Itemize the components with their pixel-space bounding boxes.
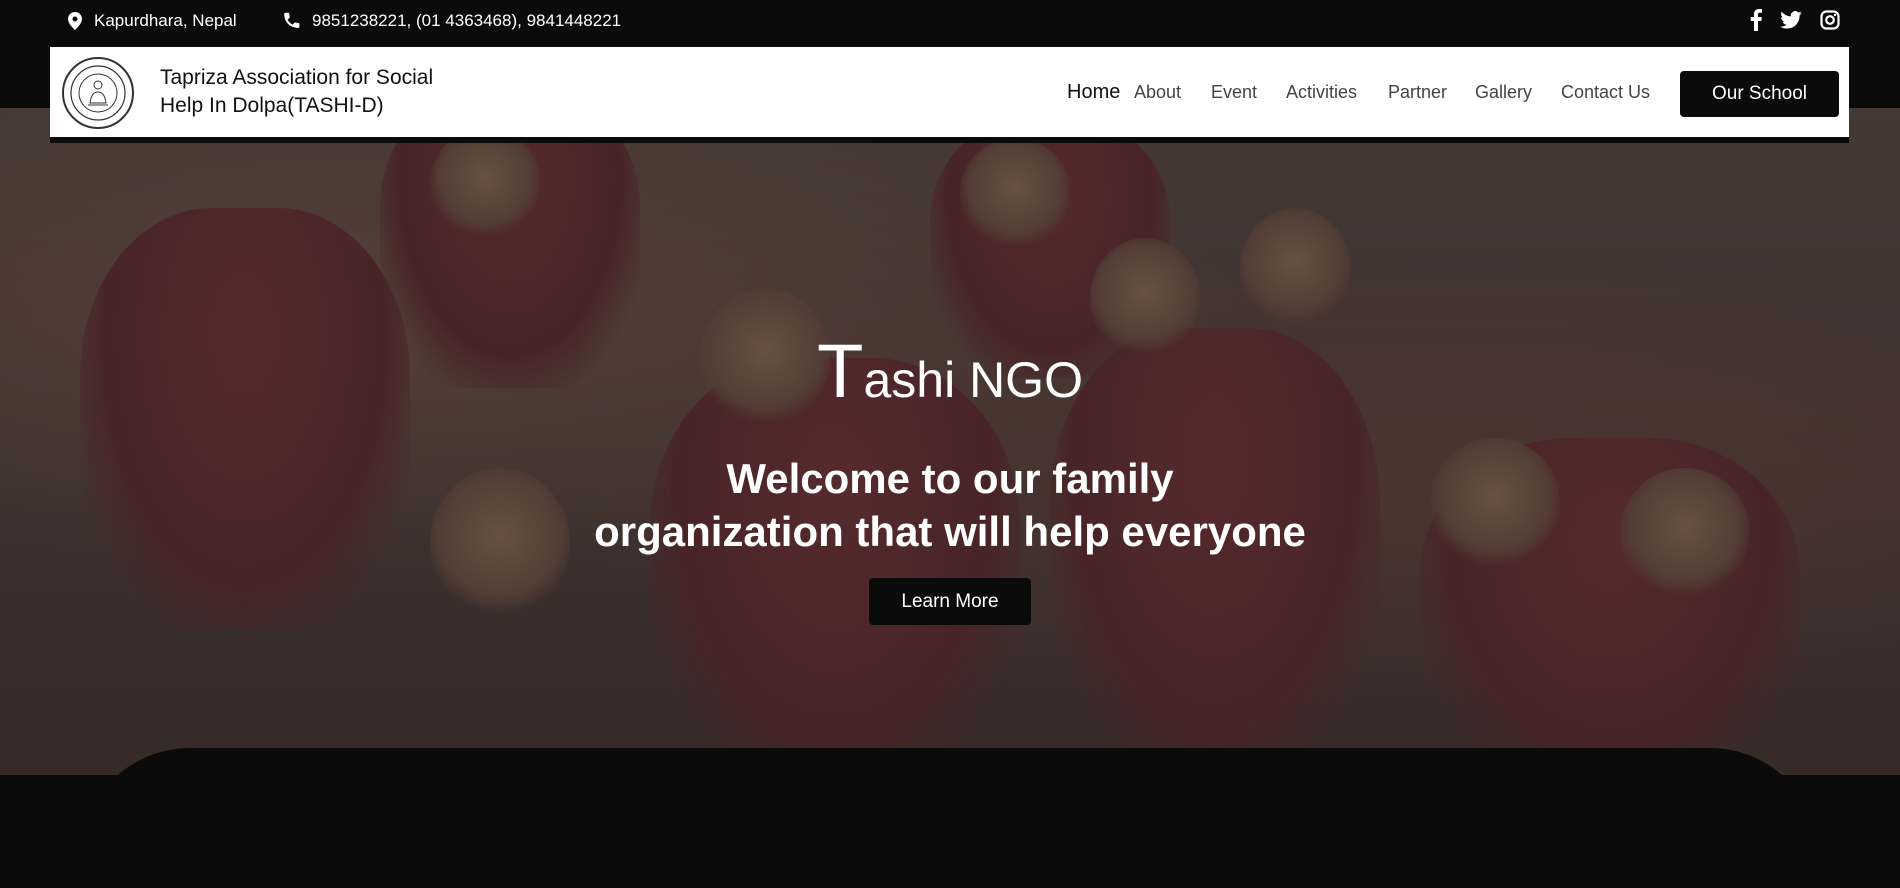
- twitter-icon[interactable]: [1780, 11, 1802, 29]
- facebook-icon[interactable]: [1750, 9, 1762, 31]
- nav-gallery[interactable]: Gallery: [1475, 82, 1532, 103]
- hero-subtitle: Welcome to our family organization that …: [0, 452, 1900, 558]
- map-pin-icon: [68, 12, 82, 30]
- hero-title-rest: ashi NGO: [863, 352, 1083, 408]
- location-info: Kapurdhara, Nepal: [68, 10, 237, 32]
- learn-more-button[interactable]: Learn More: [869, 578, 1031, 625]
- nav-home[interactable]: Home: [1067, 81, 1120, 104]
- brand-line-2: Help In Dolpa(TASHI-D): [160, 94, 384, 117]
- nav-activities[interactable]: Activities: [1286, 82, 1357, 103]
- hero-title: Tashi NGO: [0, 328, 1900, 415]
- our-school-button[interactable]: Our School: [1680, 71, 1839, 117]
- phone-icon: [284, 12, 300, 29]
- social-links: [1750, 9, 1840, 31]
- nav-event[interactable]: Event: [1211, 82, 1257, 103]
- nav-about[interactable]: About: [1134, 82, 1181, 103]
- organization-logo[interactable]: [62, 57, 134, 129]
- bottom-section-edge: [80, 748, 1820, 888]
- hero-overlay: [0, 108, 1900, 775]
- hero-title-initial: T: [817, 329, 864, 414]
- hero-section: [0, 108, 1900, 775]
- instagram-icon[interactable]: [1820, 10, 1840, 30]
- location-text: Kapurdhara, Nepal: [94, 11, 237, 30]
- hero-subtitle-line-1: Welcome to our family: [726, 455, 1174, 502]
- phone-info: 9851238221, (01 4363468), 9841448221: [282, 10, 621, 32]
- main-header: Tapriza Association for Social Help In D…: [50, 47, 1849, 143]
- nav-partner[interactable]: Partner: [1388, 82, 1447, 103]
- phone-text: 9851238221, (01 4363468), 9841448221: [312, 11, 622, 30]
- brand-line-1: Tapriza Association for Social: [160, 66, 434, 89]
- hero-subtitle-line-2: organization that will help everyone: [594, 508, 1306, 555]
- nav-contact-us[interactable]: Contact Us: [1561, 82, 1650, 103]
- buddha-seal-icon: [70, 65, 126, 121]
- organization-name: Tapriza Association for Social Help In D…: [160, 64, 480, 120]
